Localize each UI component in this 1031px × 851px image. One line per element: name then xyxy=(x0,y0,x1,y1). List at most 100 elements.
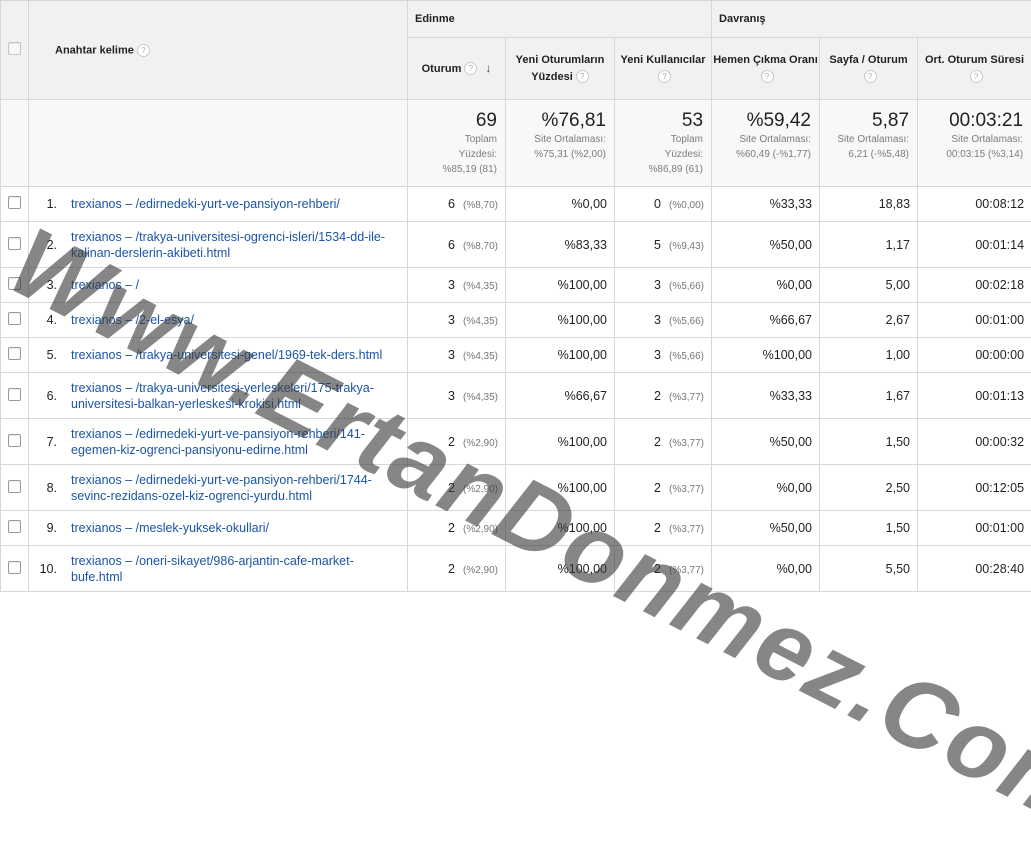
new-sessions-pct-cell: %83,33 xyxy=(506,222,615,268)
keyword-link[interactable]: trexianos – /edirnedeki-yurt-ve-pansiyon… xyxy=(69,426,373,458)
duration-cell: 00:01:14 xyxy=(918,222,1031,268)
table-row: 1.trexianos – /edirnedeki-yurt-ve-pansiy… xyxy=(1,187,1031,222)
new-users-pct: (%0,00) xyxy=(669,200,704,211)
bounce-rate-column-header[interactable]: Hemen Çıkma Oranı? xyxy=(712,38,820,100)
row-checkbox-cell xyxy=(1,303,29,338)
sort-desc-icon[interactable]: ↓ xyxy=(485,61,491,75)
analytics-keyword-table: Anahtar kelime? Edinme Davranış Oturum?↓… xyxy=(0,0,1031,592)
sessions-cell: 3(%4,35) xyxy=(408,303,506,338)
row-checkbox[interactable] xyxy=(8,520,21,533)
bounce-rate-label: Hemen Çıkma Oranı xyxy=(713,54,818,66)
new-users-value: 2 xyxy=(654,562,661,576)
new-users-cell: 3(%5,66) xyxy=(615,338,712,373)
row-index: 5. xyxy=(29,348,69,362)
sessions-cell: 2(%2,90) xyxy=(408,546,506,592)
help-icon[interactable]: ? xyxy=(137,44,150,57)
keyword-link[interactable]: trexianos – /oneri-sikayet/986-arjantin-… xyxy=(69,553,362,585)
new-sessions-pct-cell: %100,00 xyxy=(506,338,615,373)
row-checkbox[interactable] xyxy=(8,480,21,493)
site-average-caption: Site Ortalaması: xyxy=(918,132,1031,147)
keyword-column-header[interactable]: Anahtar kelime? xyxy=(29,1,408,100)
table-row: 8.trexianos – /edirnedeki-yurt-ve-pansiy… xyxy=(1,465,1031,511)
help-icon[interactable]: ? xyxy=(464,62,477,75)
new-users-cell: 2(%3,77) xyxy=(615,465,712,511)
new-users-pct: (%3,77) xyxy=(669,392,704,403)
table-row: 9.trexianos – /meslek-yuksek-okullari/2(… xyxy=(1,511,1031,546)
new-sessions-pct-label: Yeni Oturumların Yüzdesi xyxy=(516,54,605,83)
keyword-link[interactable]: trexianos – /trakya-universitesi-genel/1… xyxy=(69,347,390,363)
select-all-checkbox[interactable] xyxy=(8,42,21,55)
site-average-value: %75,31 (%2,00) xyxy=(506,147,614,162)
bounce-cell: %50,00 xyxy=(712,511,820,546)
keyword-link[interactable]: trexianos – /meslek-yuksek-okullari/ xyxy=(69,520,277,536)
new-users-value: 5 xyxy=(654,238,661,252)
row-checkbox[interactable] xyxy=(8,561,21,574)
row-checkbox[interactable] xyxy=(8,312,21,325)
row-checkbox[interactable] xyxy=(8,347,21,360)
help-icon[interactable]: ? xyxy=(576,70,589,83)
pages-cell: 2,50 xyxy=(820,465,918,511)
row-checkbox-cell xyxy=(1,465,29,511)
help-icon[interactable]: ? xyxy=(658,70,671,83)
sessions-column-header[interactable]: Oturum?↓ xyxy=(408,38,506,100)
help-icon[interactable]: ? xyxy=(864,70,877,83)
new-sessions-pct-column-header[interactable]: Yeni Oturumların Yüzdesi? xyxy=(506,38,615,100)
total-bounce: %59,42Site Ortalaması:%60,49 (-%1,77) xyxy=(712,100,820,187)
keyword-link[interactable]: trexianos – /edirnedeki-yurt-ve-pansiyon… xyxy=(69,196,348,212)
total-pages: 5,87Site Ortalaması:6,21 (-%5,48) xyxy=(820,100,918,187)
sessions-cell: 6(%8,70) xyxy=(408,187,506,222)
row-checkbox[interactable] xyxy=(8,237,21,250)
new-sessions-pct-cell: %100,00 xyxy=(506,419,615,465)
new-sessions-pct-cell: %100,00 xyxy=(506,303,615,338)
new-users-cell: 0(%0,00) xyxy=(615,187,712,222)
sessions-value: 2 xyxy=(448,481,455,495)
new-sessions-pct-cell: %100,00 xyxy=(506,546,615,592)
keyword-link[interactable]: trexianos – /trakya-universitesi-ogrenci… xyxy=(69,229,393,261)
row-checkbox-cell xyxy=(1,187,29,222)
new-users-cell: 3(%5,66) xyxy=(615,268,712,303)
keyword-line: trexianos – /edirnedeki-yurt-ve-pansiyon… xyxy=(71,197,340,211)
pages-cell: 18,83 xyxy=(820,187,918,222)
new-users-pct: (%3,77) xyxy=(669,484,704,495)
new-users-pct: (%3,77) xyxy=(669,565,704,576)
bounce-cell: %66,67 xyxy=(712,303,820,338)
keyword-cell: 1.trexianos – /edirnedeki-yurt-ve-pansiy… xyxy=(29,187,408,222)
site-average-value: 00:03:15 (%3,14) xyxy=(918,147,1031,162)
keyword-link[interactable]: trexianos – /edirnedeki-yurt-ve-pansiyon… xyxy=(69,472,380,504)
keyword-line: trexianos – /meslek-yuksek-okullari/ xyxy=(71,521,269,535)
keyword-link[interactable]: trexianos – /trakya-universitesi-yerlesk… xyxy=(69,380,382,412)
site-average-value: 6,21 (-%5,48) xyxy=(820,147,917,162)
new-sessions-pct-cell: %66,67 xyxy=(506,373,615,419)
site-average-caption: Site Ortalaması: xyxy=(712,132,819,147)
row-checkbox[interactable] xyxy=(8,277,21,290)
sessions-cell: 2(%2,90) xyxy=(408,419,506,465)
new-users-pct: (%3,77) xyxy=(669,524,704,535)
keyword-line: sevinc-rezidans-ozel-kiz-ogrenci-yurdu.h… xyxy=(71,489,312,503)
table-row: 2.trexianos – /trakya-universitesi-ogren… xyxy=(1,222,1031,268)
row-checkbox[interactable] xyxy=(8,388,21,401)
select-all-cell xyxy=(1,1,29,100)
row-checkbox-cell xyxy=(1,222,29,268)
pages-per-session-column-header[interactable]: Sayfa / Oturum? xyxy=(820,38,918,100)
row-checkbox[interactable] xyxy=(8,196,21,209)
new-users-column-header[interactable]: Yeni Kullanıcılar? xyxy=(615,38,712,100)
row-checkbox-cell xyxy=(1,546,29,592)
sessions-pct: (%4,35) xyxy=(463,281,498,292)
total-new-users-caption: Yüzdesi: xyxy=(615,147,711,162)
keyword-line: trexianos – / xyxy=(71,278,139,292)
new-users-value: 2 xyxy=(654,521,661,535)
total-new-users-value: 53 xyxy=(615,100,711,132)
duration-cell: 00:01:00 xyxy=(918,303,1031,338)
help-icon[interactable]: ? xyxy=(761,70,774,83)
duration-cell: 00:00:00 xyxy=(918,338,1031,373)
sessions-pct: (%2,90) xyxy=(463,524,498,535)
keyword-link[interactable]: trexianos – /2-el-esya/ xyxy=(69,312,202,328)
row-checkbox[interactable] xyxy=(8,434,21,447)
row-index: 10. xyxy=(29,562,69,576)
keyword-line: egemen-kiz-ogrenci-pansiyonu-edirne.html xyxy=(71,443,308,457)
total-pages-value: 5,87 xyxy=(820,100,917,132)
keyword-link[interactable]: trexianos – / xyxy=(69,277,147,293)
avg-duration-column-header[interactable]: Ort. Oturum Süresi? xyxy=(918,38,1031,100)
help-icon[interactable]: ? xyxy=(970,70,983,83)
duration-cell: 00:00:32 xyxy=(918,419,1031,465)
